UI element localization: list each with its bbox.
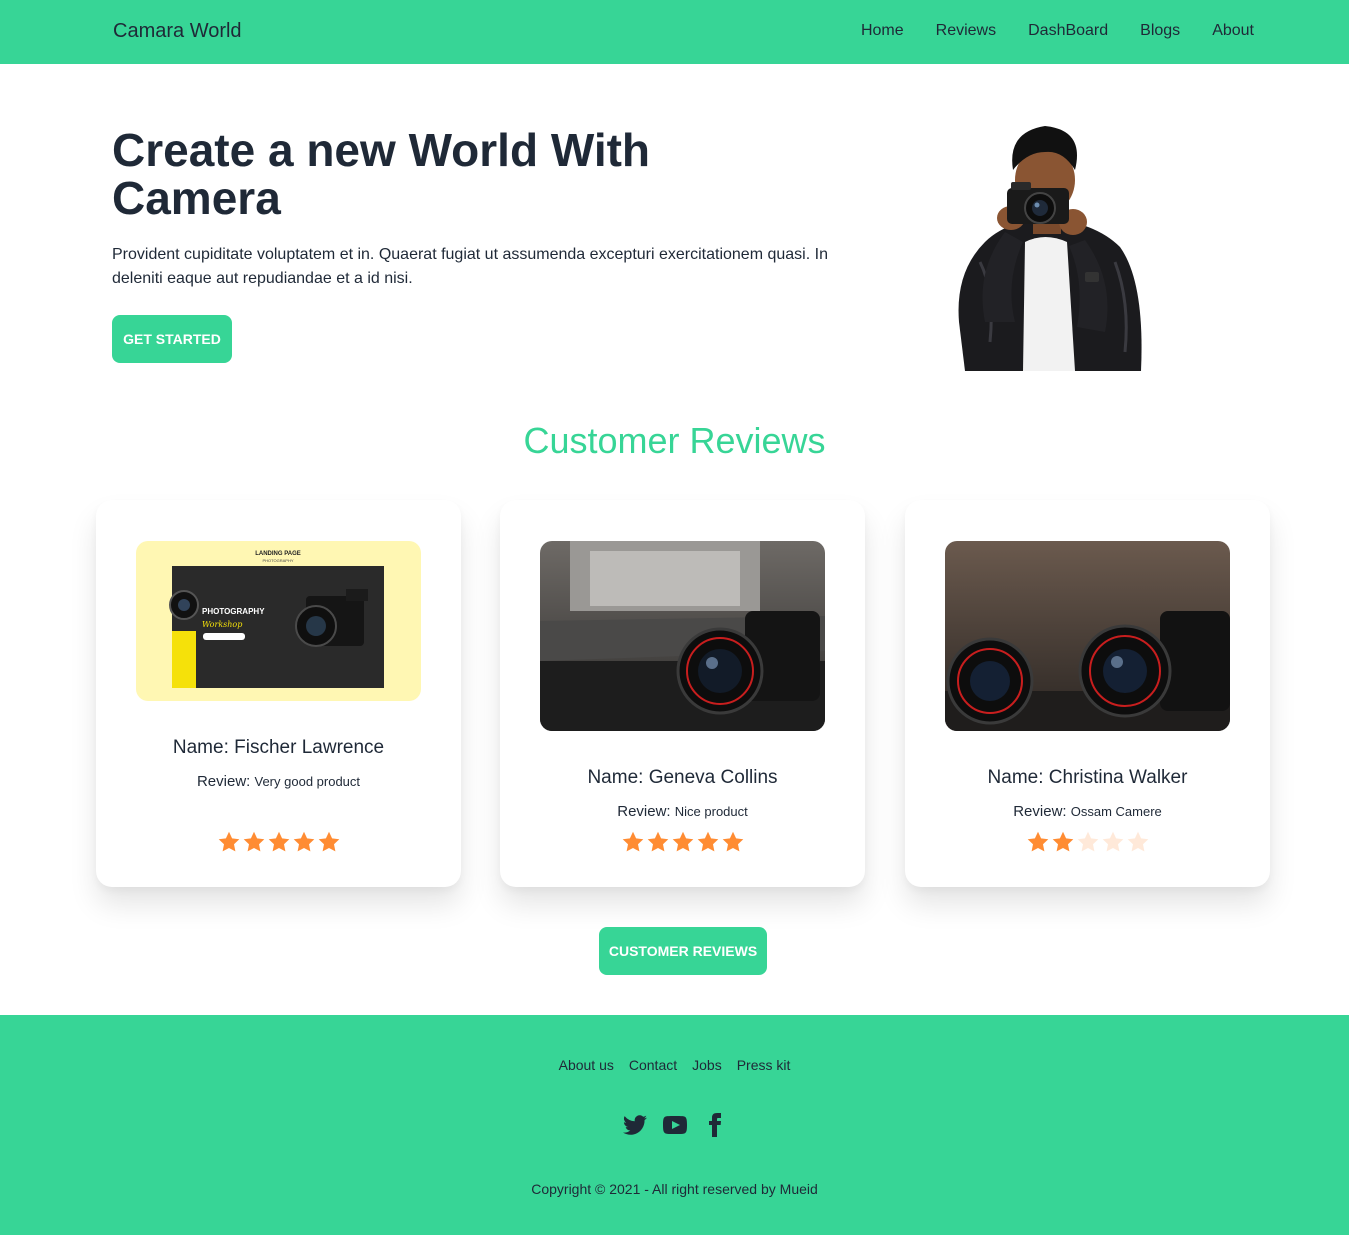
review-text: Review: Nice product [617, 803, 748, 820]
twitter-icon[interactable] [622, 1113, 647, 1137]
navbar: Camara World Home Reviews DashBoard Blog… [0, 0, 1349, 64]
brand-link[interactable]: Camara World [113, 20, 242, 43]
review-card: LANDING PAGE PHOTOGRAPHY PHOTOGRAPHY Wor… [96, 500, 461, 887]
star-icon [647, 831, 668, 852]
review-product-image: LANDING PAGE PHOTOGRAPHY PHOTOGRAPHY Wor… [136, 541, 421, 701]
facebook-icon[interactable] [703, 1113, 727, 1137]
youtube-icon[interactable] [662, 1113, 687, 1137]
banner-heading: PHOTOGRAPHY [202, 607, 265, 616]
hero-title: Create a new World With Camera [112, 124, 651, 224]
social-icons [0, 1113, 1349, 1137]
footer-jobs-link[interactable]: Jobs [692, 1057, 722, 1073]
star-icon [1077, 831, 1098, 852]
reviewer-name: Name: Geneva Collins [587, 767, 778, 788]
rating-stars [500, 830, 865, 854]
copyright-text: Copyright © 2021 - All right reserved by… [531, 1181, 818, 1197]
nav-reviews-link[interactable]: Reviews [936, 22, 996, 40]
banner-script: Workshop [202, 620, 242, 629]
hero-description: Provident cupiditate voluptatem et in. Q… [112, 246, 828, 287]
rating-stars [96, 830, 461, 854]
star-icon [243, 831, 264, 852]
footer-contact-link[interactable]: Contact [629, 1057, 677, 1073]
review-text: Review: Very good product [196, 773, 361, 790]
review-text: Review: Ossam Camere [1013, 803, 1162, 820]
star-icon [1127, 831, 1148, 852]
star-icon [722, 831, 743, 852]
star-icon [268, 831, 289, 852]
star-icon [293, 831, 314, 852]
star-icon [218, 831, 239, 852]
reviewer-name: Name: Christina Walker [987, 767, 1188, 788]
star-icon [1052, 831, 1073, 852]
review-product-image [540, 541, 825, 731]
customer-reviews-button[interactable]: CUSTOMER REVIEWS [599, 927, 767, 975]
nav-blogs-link[interactable]: Blogs [1140, 22, 1180, 40]
hero-photographer-image [945, 122, 1147, 371]
banner-subtitle: PHOTOGRAPHY [262, 558, 293, 563]
reviews-heading: Customer Reviews [523, 420, 826, 461]
nav-about-link[interactable]: About [1212, 22, 1254, 40]
review-product-image [945, 541, 1230, 731]
star-icon [697, 831, 718, 852]
footer: About us Contact Jobs Press kit Copyrigh… [0, 1015, 1349, 1235]
nav-dashboard-link[interactable]: DashBoard [1028, 22, 1108, 40]
footer-press-kit-link[interactable]: Press kit [737, 1057, 791, 1073]
review-card: Name: Geneva Collins Review: Nice produc… [500, 500, 865, 887]
star-icon [1027, 831, 1048, 852]
reviewer-name: Name: Fischer Lawrence [172, 737, 385, 758]
review-card: Name: Christina Walker Review: Ossam Cam… [905, 500, 1270, 887]
banner-title: LANDING PAGE [255, 551, 301, 557]
star-icon [1102, 831, 1123, 852]
footer-about-link[interactable]: About us [559, 1057, 614, 1073]
nav-links: Home Reviews DashBoard Blogs About [861, 22, 1254, 40]
star-icon [672, 831, 693, 852]
get-started-button[interactable]: GET STARTED [112, 315, 232, 363]
footer-links: About us Contact Jobs Press kit [0, 1057, 1349, 1073]
star-icon [318, 831, 339, 852]
rating-stars [905, 830, 1270, 854]
nav-home-link[interactable]: Home [861, 22, 904, 40]
star-icon [622, 831, 643, 852]
